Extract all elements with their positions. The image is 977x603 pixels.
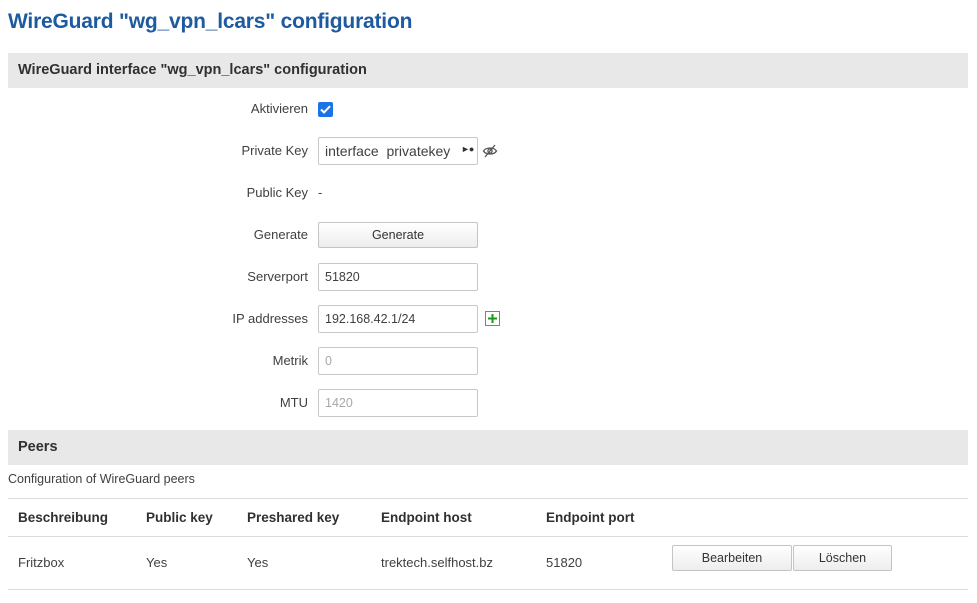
metric-label: Metrik bbox=[272, 353, 308, 368]
interface-section-header: WireGuard interface "wg_vpn_lcars" confi… bbox=[8, 53, 968, 88]
public-key-label: Public Key bbox=[246, 185, 308, 200]
cell-endpoint-host: trektech.selfhost.bz bbox=[381, 555, 493, 570]
public-key-value: - bbox=[318, 185, 323, 200]
private-key-input[interactable] bbox=[318, 137, 478, 165]
public-key-row: Public Key - bbox=[0, 178, 977, 208]
page-title: WireGuard "wg_vpn_lcars" configuration bbox=[8, 10, 413, 33]
generate-row: Generate Generate bbox=[0, 220, 977, 250]
metric-row: Metrik bbox=[0, 346, 977, 376]
table-row: Fritzbox Yes Yes trektech.selfhost.bz 51… bbox=[8, 536, 968, 590]
ip-addresses-label: IP addresses bbox=[232, 311, 308, 326]
peers-description: Configuration of WireGuard peers bbox=[8, 472, 195, 486]
column-header-endpoint-port: Endpoint port bbox=[546, 510, 635, 525]
private-key-row: Private Key ►● bbox=[0, 136, 977, 166]
ip-addresses-input[interactable] bbox=[318, 305, 478, 333]
column-header-preshared-key: Preshared key bbox=[247, 510, 340, 525]
delete-peer-button[interactable]: Löschen bbox=[793, 545, 892, 571]
mtu-label: MTU bbox=[279, 395, 308, 410]
plus-icon[interactable] bbox=[485, 311, 500, 326]
column-header-public-key: Public key bbox=[146, 510, 213, 525]
cell-preshared-key: Yes bbox=[247, 555, 269, 570]
checkmark-icon bbox=[320, 105, 331, 114]
private-key-label: Private Key bbox=[241, 143, 308, 158]
enable-checkbox[interactable] bbox=[318, 102, 333, 117]
add-glyph bbox=[488, 314, 497, 323]
ip-addresses-row: IP addresses bbox=[0, 304, 977, 334]
cell-endpoint-port: 51820 bbox=[546, 555, 583, 570]
cell-public-key: Yes bbox=[146, 555, 168, 570]
peers-section-header: Peers bbox=[8, 430, 968, 465]
table-header: Beschreibung Public key Preshared key En… bbox=[8, 498, 968, 537]
serverport-label: Serverport bbox=[247, 269, 308, 284]
column-header-endpoint-host: Endpoint host bbox=[381, 510, 472, 525]
column-header-description: Beschreibung bbox=[18, 510, 109, 525]
enable-row: Aktivieren bbox=[0, 94, 977, 124]
generate-button[interactable]: Generate bbox=[318, 222, 478, 248]
metric-input[interactable] bbox=[318, 347, 478, 375]
generate-label: Generate bbox=[253, 227, 308, 242]
serverport-input[interactable] bbox=[318, 263, 478, 291]
mtu-input[interactable] bbox=[318, 389, 478, 417]
cell-description: Fritzbox bbox=[18, 555, 65, 570]
overflow-dots-icon: ►● bbox=[461, 144, 474, 154]
serverport-row: Serverport bbox=[0, 262, 977, 292]
edit-peer-button[interactable]: Bearbeiten bbox=[672, 545, 792, 571]
eye-slash-icon[interactable] bbox=[482, 143, 498, 159]
mtu-row: MTU bbox=[0, 388, 977, 418]
enable-label: Aktivieren bbox=[250, 101, 308, 116]
